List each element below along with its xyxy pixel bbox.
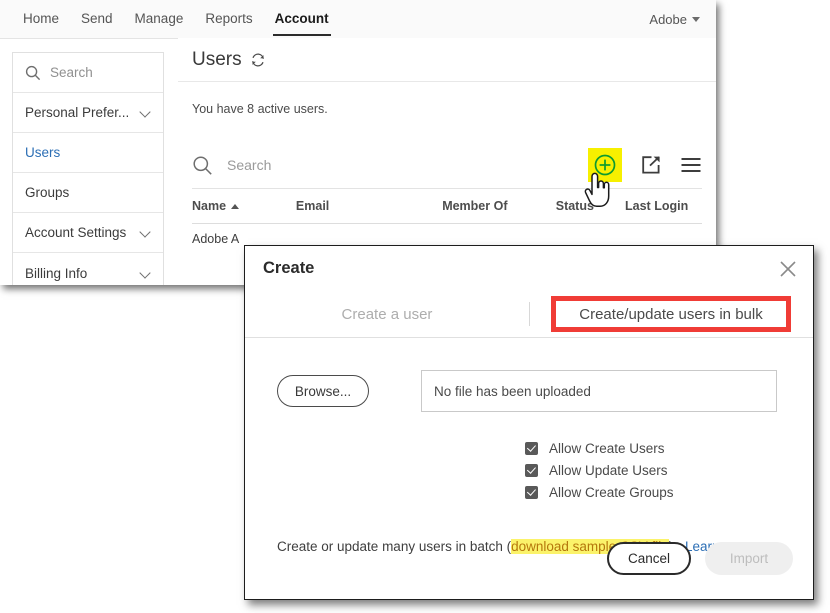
top-nav-items: Home Send Manage Reports Account bbox=[12, 0, 340, 38]
sidebar-item-account-settings[interactable]: Account Settings bbox=[13, 213, 163, 253]
file-name-field[interactable]: No file has been uploaded bbox=[421, 370, 777, 412]
dialog-tabs: Create a user Create/update users in bul… bbox=[245, 291, 813, 338]
page-title: Users bbox=[192, 48, 242, 70]
sidebar-item-billing-info[interactable]: Billing Info bbox=[13, 253, 163, 285]
column-header-name[interactable]: Name bbox=[192, 199, 296, 213]
tab-create-a-user[interactable]: Create a user bbox=[245, 291, 529, 337]
tab-create-update-users-in-bulk[interactable]: Create/update users in bulk bbox=[529, 291, 813, 337]
page-title-row: Users bbox=[178, 38, 716, 82]
account-menu-label: Adobe bbox=[649, 11, 687, 27]
screen: Home Send Manage Reports Account Adobe S… bbox=[0, 0, 830, 613]
nav-item-account[interactable]: Account bbox=[264, 0, 340, 38]
sidebar-item-label: Personal Prefer... bbox=[25, 105, 130, 120]
search-icon[interactable] bbox=[192, 155, 213, 176]
nav-item-send[interactable]: Send bbox=[70, 0, 124, 38]
chevron-down-icon bbox=[140, 268, 151, 279]
column-header-status[interactable]: Status bbox=[556, 199, 625, 213]
column-header-last-login[interactable]: Last Login bbox=[625, 199, 702, 213]
file-upload-row: Browse... No file has been uploaded bbox=[277, 370, 813, 412]
nav-item-reports[interactable]: Reports bbox=[194, 0, 263, 38]
account-menu[interactable]: Adobe bbox=[649, 0, 700, 38]
hamburger-menu-icon[interactable] bbox=[680, 156, 702, 174]
sidebar-item-label: Groups bbox=[25, 185, 70, 200]
sidebar: Search Personal Prefer... Users Groups A… bbox=[12, 52, 164, 285]
checkbox-label: Allow Create Groups bbox=[549, 485, 674, 500]
search-icon bbox=[25, 65, 41, 80]
checkbox-allow-create-users[interactable]: Allow Create Users bbox=[525, 438, 813, 459]
import-button: Import bbox=[705, 542, 793, 575]
checkbox-allow-update-users[interactable]: Allow Update Users bbox=[525, 460, 813, 481]
application-page: Home Send Manage Reports Account Adobe S… bbox=[0, 0, 716, 285]
users-toolbar: Search bbox=[192, 142, 702, 189]
active-users-count: You have 8 active users. bbox=[192, 102, 328, 116]
chevron-down-icon bbox=[140, 227, 151, 238]
dialog-header: Create bbox=[245, 246, 813, 291]
dialog-footer: Cancel Import bbox=[607, 542, 793, 575]
checkbox-checked-icon bbox=[525, 464, 538, 477]
close-icon[interactable] bbox=[777, 258, 799, 280]
column-header-member-of[interactable]: Member Of bbox=[442, 199, 556, 213]
checkbox-allow-create-groups[interactable]: Allow Create Groups bbox=[525, 482, 813, 503]
sidebar-item-label: Account Settings bbox=[25, 225, 127, 240]
nav-item-home[interactable]: Home bbox=[12, 0, 70, 38]
create-dialog: Create Create a user Create/update users… bbox=[244, 245, 814, 600]
permissions-checkbox-group: Allow Create Users Allow Update Users Al… bbox=[525, 438, 813, 503]
checkbox-label: Allow Update Users bbox=[549, 463, 668, 478]
nav-item-manage[interactable]: Manage bbox=[124, 0, 195, 38]
browse-button[interactable]: Browse... bbox=[277, 375, 369, 407]
cancel-button[interactable]: Cancel bbox=[607, 542, 691, 575]
cell-name: Adobe A bbox=[192, 232, 240, 246]
add-circle-icon bbox=[594, 154, 616, 176]
search-input[interactable]: Search bbox=[227, 157, 271, 173]
batch-text-before: Create or update many users in batch ( bbox=[277, 539, 512, 554]
chevron-down-icon bbox=[140, 107, 151, 118]
column-header-email[interactable]: Email bbox=[296, 199, 442, 213]
refresh-icon[interactable] bbox=[250, 52, 266, 68]
sidebar-item-personal-preferences[interactable]: Personal Prefer... bbox=[13, 93, 163, 133]
top-navigation-bar: Home Send Manage Reports Account Adobe bbox=[0, 0, 716, 39]
chevron-down-icon bbox=[692, 16, 700, 22]
dialog-title: Create bbox=[263, 259, 315, 277]
sidebar-item-groups[interactable]: Groups bbox=[13, 173, 163, 213]
sidebar-item-label: Users bbox=[25, 145, 61, 160]
checkbox-checked-icon bbox=[525, 486, 538, 499]
sidebar-search-label: Search bbox=[50, 65, 93, 80]
sidebar-item-label: Billing Info bbox=[25, 265, 88, 281]
column-label: Name bbox=[192, 199, 227, 213]
sidebar-item-users[interactable]: Users bbox=[13, 133, 163, 173]
checkbox-checked-icon bbox=[525, 442, 538, 455]
toolbar-actions bbox=[588, 142, 702, 188]
add-user-button[interactable] bbox=[588, 148, 622, 182]
users-table-header: Name Email Member Of Status Last Login bbox=[192, 189, 702, 224]
sidebar-search[interactable]: Search bbox=[13, 53, 163, 93]
checkbox-label: Allow Create Users bbox=[549, 441, 665, 456]
export-icon[interactable] bbox=[640, 154, 662, 176]
sort-ascending-icon bbox=[231, 204, 240, 210]
